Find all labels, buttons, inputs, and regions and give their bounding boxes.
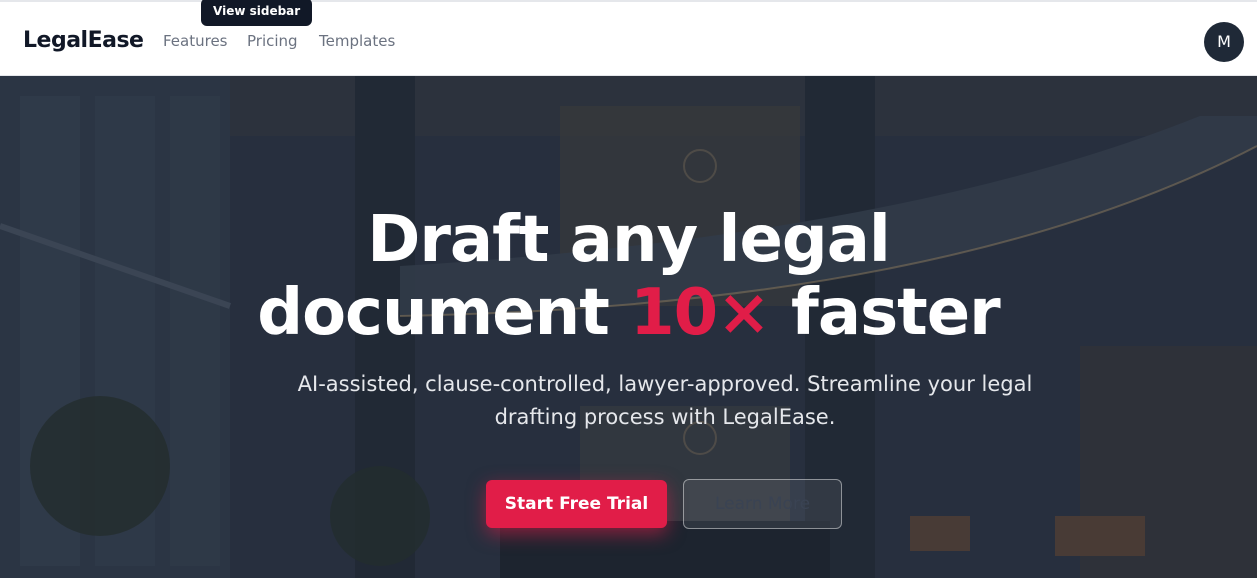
start-free-trial-button[interactable]: Start Free Trial — [486, 480, 667, 528]
hero-headline: Draft any legal document 10× faster — [0, 204, 1257, 350]
hero-section: Draft any legal document 10× faster AI-a… — [0, 76, 1257, 578]
learn-more-button[interactable]: Learn More — [683, 479, 842, 529]
headline-line-2: document 10× faster — [0, 277, 1257, 350]
nav-link-pricing[interactable]: Pricing — [247, 32, 298, 50]
headline-line-1: Draft any legal — [367, 203, 891, 277]
nav-link-templates[interactable]: Templates — [319, 32, 395, 50]
brand-logo[interactable]: LegalEase — [23, 28, 144, 53]
view-sidebar-tooltip: View sidebar — [201, 0, 313, 26]
headline-accent: 10× — [630, 276, 771, 350]
top-navbar: LegalEase Features Pricing Templates M — [0, 0, 1257, 76]
headline-word-document: document — [257, 276, 610, 350]
hero-subtitle: AI-assisted, clause-controlled, lawyer-a… — [297, 372, 1033, 429]
user-avatar[interactable]: M — [1204, 22, 1244, 62]
headline-word-faster: faster — [791, 276, 1001, 350]
nav-link-features[interactable]: Features — [163, 32, 228, 50]
